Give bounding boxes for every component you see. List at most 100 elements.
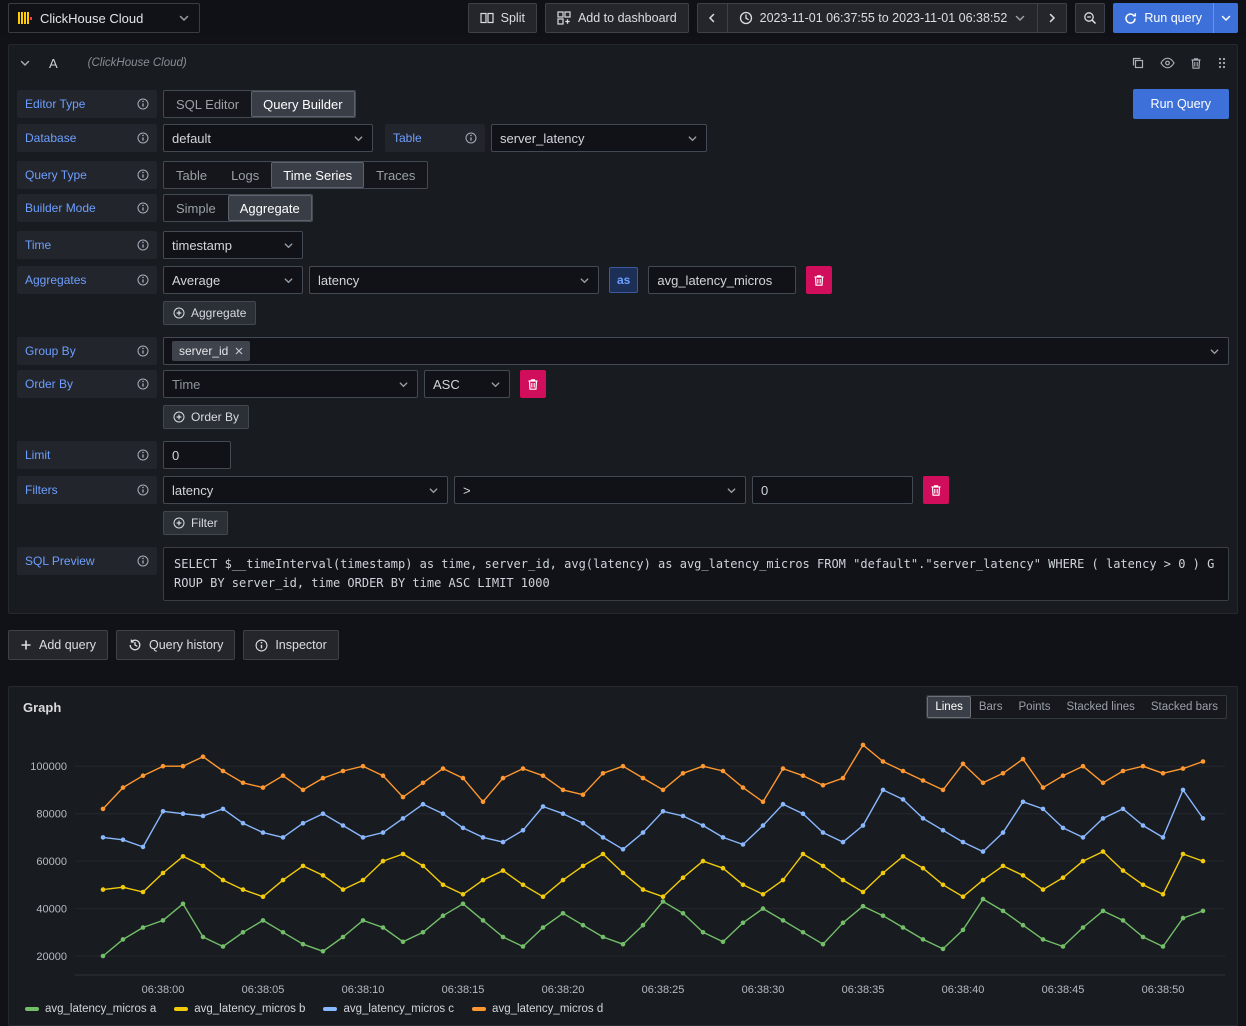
query-ref-id[interactable]: A <box>49 56 58 71</box>
remove-tag-icon[interactable] <box>235 347 243 355</box>
time-range-picker[interactable]: 2023-11-01 06:37:55 to 2023-11-01 06:38:… <box>727 3 1038 33</box>
info-icon[interactable] <box>137 202 149 214</box>
graph-style-stacked-bars[interactable]: Stacked bars <box>1143 696 1226 718</box>
time-shift-back-button[interactable] <box>697 3 727 33</box>
info-icon[interactable] <box>137 378 149 390</box>
info-icon[interactable] <box>137 274 149 286</box>
run-query-button[interactable]: Run query <box>1113 3 1213 33</box>
svg-text:06:38:20: 06:38:20 <box>542 984 585 996</box>
plus-circle-icon <box>173 411 185 423</box>
chevron-down-icon <box>687 133 698 144</box>
builder-mode-simple[interactable]: Simple <box>164 195 228 221</box>
inspector-button[interactable]: Inspector <box>243 630 338 660</box>
group-by-tag: server_id <box>172 341 250 361</box>
table-select[interactable]: server_latency <box>491 124 707 152</box>
chevron-down-icon <box>490 379 501 390</box>
info-icon[interactable] <box>137 239 149 251</box>
filter-value-input[interactable] <box>752 476 913 504</box>
legend-item-series-a[interactable]: avg_latency_micros a <box>25 1003 156 1015</box>
info-icon[interactable] <box>465 132 477 144</box>
time-column-select[interactable]: timestamp <box>163 231 303 259</box>
query-type-logs[interactable]: Logs <box>219 162 271 188</box>
builder-mode-aggregate[interactable]: Aggregate <box>228 195 312 221</box>
graph-style-lines[interactable]: Lines <box>927 696 971 718</box>
info-icon[interactable] <box>137 98 149 110</box>
legend-item-series-b[interactable]: avg_latency_micros b <box>174 1003 305 1015</box>
remove-filter-button[interactable] <box>923 476 949 504</box>
filter-operator-select[interactable]: > <box>454 476 746 504</box>
graph-style-points[interactable]: Points <box>1011 696 1059 718</box>
remove-query-trash-icon[interactable] <box>1190 57 1202 70</box>
editor-type-query-builder[interactable]: Query Builder <box>251 91 354 117</box>
drag-handle-icon[interactable] <box>1217 56 1227 70</box>
svg-text:20000: 20000 <box>36 951 67 963</box>
database-select[interactable]: default <box>163 124 373 152</box>
hide-query-eye-icon[interactable] <box>1160 57 1175 69</box>
chevron-down-icon <box>579 275 590 286</box>
split-icon <box>480 12 494 24</box>
svg-text:60000: 60000 <box>36 856 67 868</box>
editor-type-label: Editor Type <box>17 90 157 118</box>
limit-input[interactable] <box>163 441 231 469</box>
split-button[interactable]: Split <box>468 3 537 33</box>
info-icon[interactable] <box>137 169 149 181</box>
info-icon[interactable] <box>137 555 149 567</box>
order-by-field-select[interactable]: Time <box>163 370 418 398</box>
add-filter-button[interactable]: Filter <box>163 511 228 535</box>
query-type-table[interactable]: Table <box>164 162 219 188</box>
svg-text:06:38:35: 06:38:35 <box>842 984 885 996</box>
aggregate-alias-input[interactable] <box>648 266 796 294</box>
query-type-traces[interactable]: Traces <box>364 162 427 188</box>
svg-text:100000: 100000 <box>30 762 67 774</box>
query-history-button[interactable]: Query history <box>116 630 235 660</box>
time-shift-forward-button[interactable] <box>1037 3 1067 33</box>
zoom-out-button[interactable] <box>1075 3 1105 33</box>
svg-text:06:38:05: 06:38:05 <box>242 984 285 996</box>
aggregate-function-select[interactable]: Average <box>163 266 303 294</box>
chevron-down-icon <box>353 133 364 144</box>
clock-icon <box>739 11 753 25</box>
svg-text:06:38:10: 06:38:10 <box>342 984 385 996</box>
query-header-actions <box>1131 56 1227 70</box>
remove-order-by-button[interactable] <box>520 370 546 398</box>
info-icon[interactable] <box>137 449 149 461</box>
svg-text:06:38:25: 06:38:25 <box>642 984 685 996</box>
legend-item-series-c[interactable]: avg_latency_micros c <box>323 1003 454 1015</box>
graph-title: Graph <box>23 700 61 715</box>
add-order-by-button[interactable]: Order By <box>163 405 249 429</box>
order-by-direction-select[interactable]: ASC <box>424 370 510 398</box>
group-by-multiselect[interactable]: server_id <box>163 337 1229 365</box>
add-aggregate-button[interactable]: Aggregate <box>163 301 256 325</box>
history-icon <box>128 638 142 652</box>
graph-style-bars[interactable]: Bars <box>971 696 1011 718</box>
filter-column-select[interactable]: latency <box>163 476 448 504</box>
info-icon[interactable] <box>137 345 149 357</box>
chart-container: 2000040000600008000010000006:38:0006:38:… <box>9 727 1237 999</box>
run-query-interval-dropdown[interactable] <box>1213 3 1238 33</box>
group-by-label: Group By <box>17 337 157 365</box>
panel-run-query-button[interactable]: Run Query <box>1133 89 1229 119</box>
time-range-label: 2023-11-01 06:37:55 to 2023-11-01 06:38:… <box>760 11 1008 25</box>
info-icon[interactable] <box>137 484 149 496</box>
info-icon[interactable] <box>137 132 149 144</box>
legend-item-series-d[interactable]: avg_latency_micros d <box>472 1003 603 1015</box>
add-filter-label: Filter <box>191 516 218 530</box>
latency-time-series-chart[interactable]: 2000040000600008000010000006:38:0006:38:… <box>17 727 1231 999</box>
filters-label: Filters <box>17 476 157 504</box>
editor-type-sql-editor[interactable]: SQL Editor <box>164 91 251 117</box>
query-type-time-series[interactable]: Time Series <box>271 162 364 188</box>
query-datasource-hint: (ClickHouse Cloud) <box>88 57 187 69</box>
remove-aggregate-button[interactable] <box>806 266 832 294</box>
add-aggregate-label: Aggregate <box>191 306 246 320</box>
datasource-picker[interactable]: ClickHouse Cloud <box>8 3 200 33</box>
add-to-dashboard-button[interactable]: Add to dashboard <box>545 3 689 33</box>
duplicate-query-icon[interactable] <box>1131 56 1145 70</box>
svg-text:06:38:00: 06:38:00 <box>142 984 185 996</box>
trash-icon <box>930 484 942 497</box>
collapse-chevron-icon[interactable] <box>19 57 31 69</box>
clickhouse-logo-icon <box>18 11 32 25</box>
aggregate-column-select[interactable]: latency <box>309 266 599 294</box>
graph-style-stacked-lines[interactable]: Stacked lines <box>1058 696 1142 718</box>
run-query-split-button: Run query <box>1113 3 1238 33</box>
add-query-button[interactable]: Add query <box>8 630 108 660</box>
